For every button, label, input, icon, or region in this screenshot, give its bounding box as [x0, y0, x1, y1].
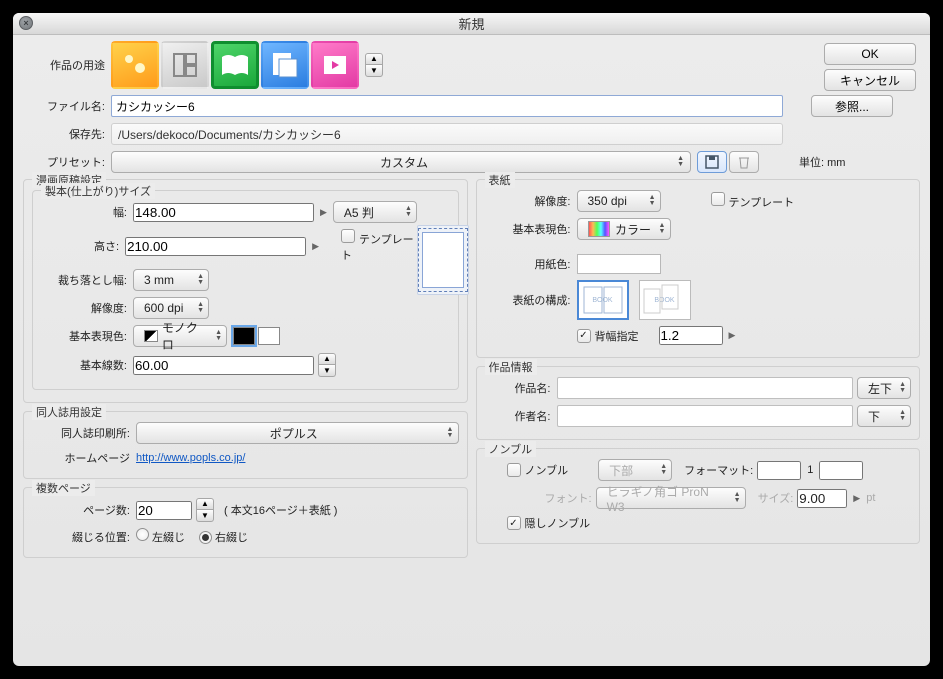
nombre-checkbox[interactable] — [507, 463, 521, 477]
doujin-group: 同人誌用設定 同人誌印刷所: ポプルス▲▼ ホームページ http://www.… — [23, 411, 468, 479]
preset-save-icon[interactable] — [697, 151, 727, 173]
nombre-size-input[interactable] — [797, 489, 847, 508]
cancel-button[interactable]: キャンセル — [824, 69, 916, 91]
cover-group: 表紙 解像度: 350 dpi▲▼ テンプレート 基本表現色: カラー▲▼ 用紙… — [476, 179, 921, 358]
work-title-input[interactable] — [557, 377, 854, 399]
page-preview — [417, 225, 469, 295]
nombre-group: ノンブル ノンブル 下部▲▼ フォーマット: 1 フォント: ヒラギノ角ゴ Pr… — [476, 448, 921, 544]
nombre-font-select: ヒラギノ角ゴ ProN W3▲▼ — [596, 487, 746, 509]
purpose-comic[interactable] — [161, 41, 209, 89]
cover-structure-spread[interactable]: BOOK — [577, 280, 629, 320]
saveto-path: /Users/dekoco/Documents/カシカッシー6 — [111, 123, 783, 145]
multipage-group: 複数ページ ページ数: ▲▼ ( 本文16ページ＋表紙 ) 綴じる位置: 左綴じ… — [23, 487, 468, 558]
preset-select[interactable]: カスタム ▲▼ — [111, 151, 691, 173]
author-input[interactable] — [557, 405, 854, 427]
filename-label: ファイル名: — [23, 98, 111, 114]
lines-stepper[interactable]: ▲▼ — [318, 353, 336, 377]
titlebar: × 新規 — [13, 13, 930, 35]
cover-structure-separate[interactable]: BOOK — [639, 280, 691, 320]
dialog-new: × 新規 OK キャンセル 作品の用途 ▲▼ ファイル名: 参照... — [13, 13, 930, 666]
format-prefix-input[interactable] — [757, 461, 801, 480]
workinfo-group: 作品情報 作品名: 左下▲▼ 作者名: 下▲▼ — [476, 366, 921, 440]
swatch-black[interactable] — [233, 327, 255, 345]
bleed-select[interactable]: 3 mm▲▼ — [133, 269, 209, 291]
swatch-white[interactable] — [258, 327, 280, 345]
format-suffix-input[interactable] — [819, 461, 863, 480]
resolution-select[interactable]: 600 dpi▲▼ — [133, 297, 209, 319]
saveto-label: 保存先: — [23, 126, 111, 142]
pages-input[interactable] — [136, 501, 192, 520]
browse-button[interactable]: 参照... — [811, 95, 893, 117]
bind-right-radio[interactable]: 右綴じ — [199, 529, 248, 545]
size-preset-select[interactable]: A5 判▲▼ — [333, 201, 417, 223]
colormode-select[interactable]: モノクロ▲▼ — [133, 325, 227, 347]
ok-button[interactable]: OK — [824, 43, 916, 65]
pages-stepper[interactable]: ▲▼ — [196, 498, 214, 522]
height-more-icon[interactable]: ▶ — [312, 241, 319, 252]
manga-settings-group: 漫画原稿設定 製本(仕上がり)サイズ 幅: ▶ A5 判▲▼ 高さ: — [23, 179, 468, 403]
spine-input[interactable] — [659, 326, 723, 345]
purpose-illustration[interactable] — [111, 41, 159, 89]
spine-more-icon[interactable]: ▶ — [729, 330, 736, 341]
preset-label: プリセット: — [23, 154, 111, 170]
spine-checkbox[interactable] — [577, 329, 591, 343]
cover-res-select[interactable]: 350 dpi▲▼ — [577, 190, 661, 212]
hidden-nombre-checkbox[interactable] — [507, 516, 521, 530]
lines-input[interactable] — [133, 356, 314, 375]
purpose-book[interactable] — [211, 41, 259, 89]
bind-left-radio[interactable]: 左綴じ — [136, 528, 185, 545]
paper-color-swatch[interactable] — [577, 254, 661, 274]
height-input[interactable] — [125, 237, 306, 256]
printer-select[interactable]: ポプルス▲▼ — [136, 422, 459, 444]
nombre-pos-select: 下部▲▼ — [598, 459, 672, 481]
purpose-scroll[interactable]: ▲▼ — [365, 53, 383, 77]
unit-label: 単位: mm — [799, 154, 845, 170]
preset-delete-icon[interactable] — [729, 151, 759, 173]
binding-size-group: 製本(仕上がり)サイズ 幅: ▶ A5 判▲▼ 高さ: ▶ — [32, 190, 459, 390]
cover-template-checkbox[interactable] — [711, 192, 725, 206]
width-more-icon[interactable]: ▶ — [320, 207, 327, 218]
homepage-link[interactable]: http://www.popls.co.jp/ — [136, 452, 245, 464]
author-pos-select[interactable]: 下▲▼ — [857, 405, 911, 427]
title-pos-select[interactable]: 左下▲▼ — [857, 377, 911, 399]
close-button[interactable]: × — [19, 16, 33, 30]
purpose-print[interactable] — [261, 41, 309, 89]
cover-colormode-select[interactable]: カラー▲▼ — [577, 218, 671, 240]
width-input[interactable] — [133, 203, 314, 222]
template-checkbox[interactable] — [341, 229, 355, 243]
window-title: 新規 — [458, 14, 484, 33]
purpose-label: 作品の用途 — [23, 57, 111, 73]
purpose-animation[interactable] — [311, 41, 359, 89]
filename-input[interactable] — [111, 95, 783, 117]
